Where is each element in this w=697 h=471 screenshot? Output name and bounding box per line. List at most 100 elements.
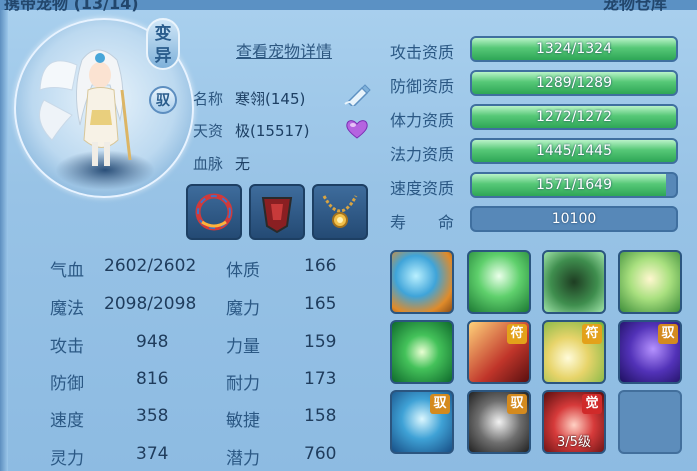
skill-tag: 符 (507, 324, 527, 344)
stat-row: 灵力 374 (50, 444, 168, 469)
quality-bar: 1445/1445 (470, 138, 678, 164)
quality-bar-row: 法力资质 1445/1445 (390, 138, 690, 166)
equip-slot-3[interactable] (312, 184, 368, 240)
quality-label: 速度资质 (390, 179, 455, 198)
aptitude-label: 天资 (193, 122, 224, 140)
quality-bar-row: 寿 命 10100 (390, 206, 690, 234)
tame-badge[interactable]: 驭 (149, 86, 177, 114)
point-value: 158 (304, 406, 337, 426)
point-value: 173 (304, 369, 337, 389)
stat-value: 948 (136, 332, 169, 352)
point-row: 敏捷 158 (226, 406, 336, 431)
heart-icon[interactable] (345, 118, 369, 140)
skill-tag: 驭 (507, 394, 527, 414)
empty-skill-slot[interactable] (618, 390, 682, 454)
point-row: 体质 166 (226, 256, 336, 281)
shield-skill-icon[interactable]: 驭 (390, 390, 454, 454)
flame-skill-icon[interactable]: 觉 3/5级 (542, 390, 606, 454)
quality-bar: 10100 (470, 206, 678, 232)
stat-value: 816 (136, 369, 169, 389)
shadow-cat-skill-icon[interactable] (542, 250, 606, 314)
quality-value: 1289/1289 (536, 75, 612, 91)
quality-value: 1324/1324 (536, 41, 612, 57)
light-hand-skill-icon[interactable]: 符 (542, 320, 606, 384)
stat-label: 魔法 (50, 299, 84, 319)
skill-tag: 驭 (430, 394, 450, 414)
ring-equip-icon (195, 193, 233, 231)
quality-bar-row: 攻击资质 1324/1324 (390, 36, 690, 64)
bloodline-value: 无 (235, 155, 251, 173)
stat-row: 攻击 948 (50, 332, 168, 357)
mutant-badge: 变异 (146, 18, 180, 70)
quality-value: 1571/1649 (536, 177, 612, 193)
pet-aptitude-row: 天资 极(15517) (193, 120, 309, 141)
quality-value: 1445/1445 (536, 143, 612, 159)
equip-slot-1[interactable] (186, 184, 242, 240)
stat-label: 灵力 (50, 449, 84, 469)
bloodline-label: 血脉 (193, 155, 224, 173)
tab-carried-pets[interactable]: 携带宠物 (13/14) (4, 0, 139, 13)
quality-bar: 1324/1324 (470, 36, 678, 62)
wings-skill-icon[interactable] (467, 250, 531, 314)
quality-bar: 1571/1649 (470, 172, 678, 198)
stat-value: 358 (136, 406, 169, 426)
quality-bar-row: 体力资质 1272/1272 (390, 104, 690, 132)
point-value: 165 (304, 294, 337, 314)
name-value: 寒翎(145) (235, 90, 306, 108)
pet-bloodline-row: 血脉无 (193, 153, 250, 174)
name-label: 名称 (193, 90, 224, 108)
quality-bar-row: 防御资质 1289/1289 (390, 70, 690, 98)
stat-label: 攻击 (50, 337, 84, 357)
equip-slot-2[interactable] (249, 184, 305, 240)
point-row: 魔力 165 (226, 294, 336, 319)
point-value: 166 (304, 256, 337, 276)
orbs-skill-icon[interactable]: 驭 (467, 390, 531, 454)
stat-label: 防御 (50, 374, 84, 394)
quality-label: 防御资质 (390, 77, 455, 96)
point-label: 体质 (226, 261, 260, 281)
stat-row: 气血 2602/2602 (50, 256, 196, 281)
quality-label: 攻击资质 (390, 43, 455, 62)
stat-value: 2602/2602 (104, 256, 197, 276)
green-cross-skill-icon[interactable] (390, 320, 454, 384)
quality-label: 体力资质 (390, 111, 455, 130)
skill-tag: 符 (582, 324, 602, 344)
purple-beast-skill-icon[interactable]: 驭 (618, 320, 682, 384)
quality-bar-row: 速度资质 1571/1649 (390, 172, 690, 200)
necklace-equip-icon (322, 195, 358, 228)
point-label: 潜力 (226, 449, 260, 469)
point-row: 力量 159 (226, 332, 336, 357)
tab-pet-storage[interactable]: 宠物仓库 (603, 0, 667, 13)
quality-bar: 1289/1289 (470, 70, 678, 96)
point-row: 耐力 173 (226, 369, 336, 394)
point-label: 敏捷 (226, 411, 260, 431)
stat-label: 气血 (50, 261, 84, 281)
quality-label: 寿 命 (390, 213, 455, 232)
skill-tag: 驭 (658, 324, 678, 344)
point-row: 潜力 760 (226, 444, 336, 469)
skill-level: 3/5级 (557, 435, 591, 450)
quality-value: 1272/1272 (536, 109, 612, 125)
point-label: 耐力 (226, 374, 260, 394)
quality-label: 法力资质 (390, 145, 455, 164)
quality-value: 10100 (551, 211, 597, 227)
stat-value: 374 (136, 444, 169, 464)
armor-equip-icon (261, 197, 293, 234)
stat-row: 防御 816 (50, 369, 168, 394)
quality-bar: 1272/1272 (470, 104, 678, 130)
point-value: 159 (304, 332, 337, 352)
stat-value: 2098/2098 (104, 294, 197, 314)
stat-row: 速度 358 (50, 406, 168, 431)
aptitude-value: 极(15517) (235, 122, 310, 140)
rename-pen-icon[interactable] (344, 82, 372, 106)
stat-row: 魔法 2098/2098 (50, 294, 196, 319)
pet-name-row: 名称 寒翎(145) (193, 88, 305, 109)
point-label: 魔力 (226, 299, 260, 319)
point-label: 力量 (226, 337, 260, 357)
red-scroll-skill-icon[interactable]: 符 (467, 320, 531, 384)
view-pet-details-link[interactable]: 查看宠物详情 (236, 38, 332, 62)
stat-label: 速度 (50, 411, 84, 431)
wind-hand-skill-icon[interactable] (390, 250, 454, 314)
left-edge-decoration (0, 10, 8, 471)
hand-crystal-skill-icon[interactable] (618, 250, 682, 314)
